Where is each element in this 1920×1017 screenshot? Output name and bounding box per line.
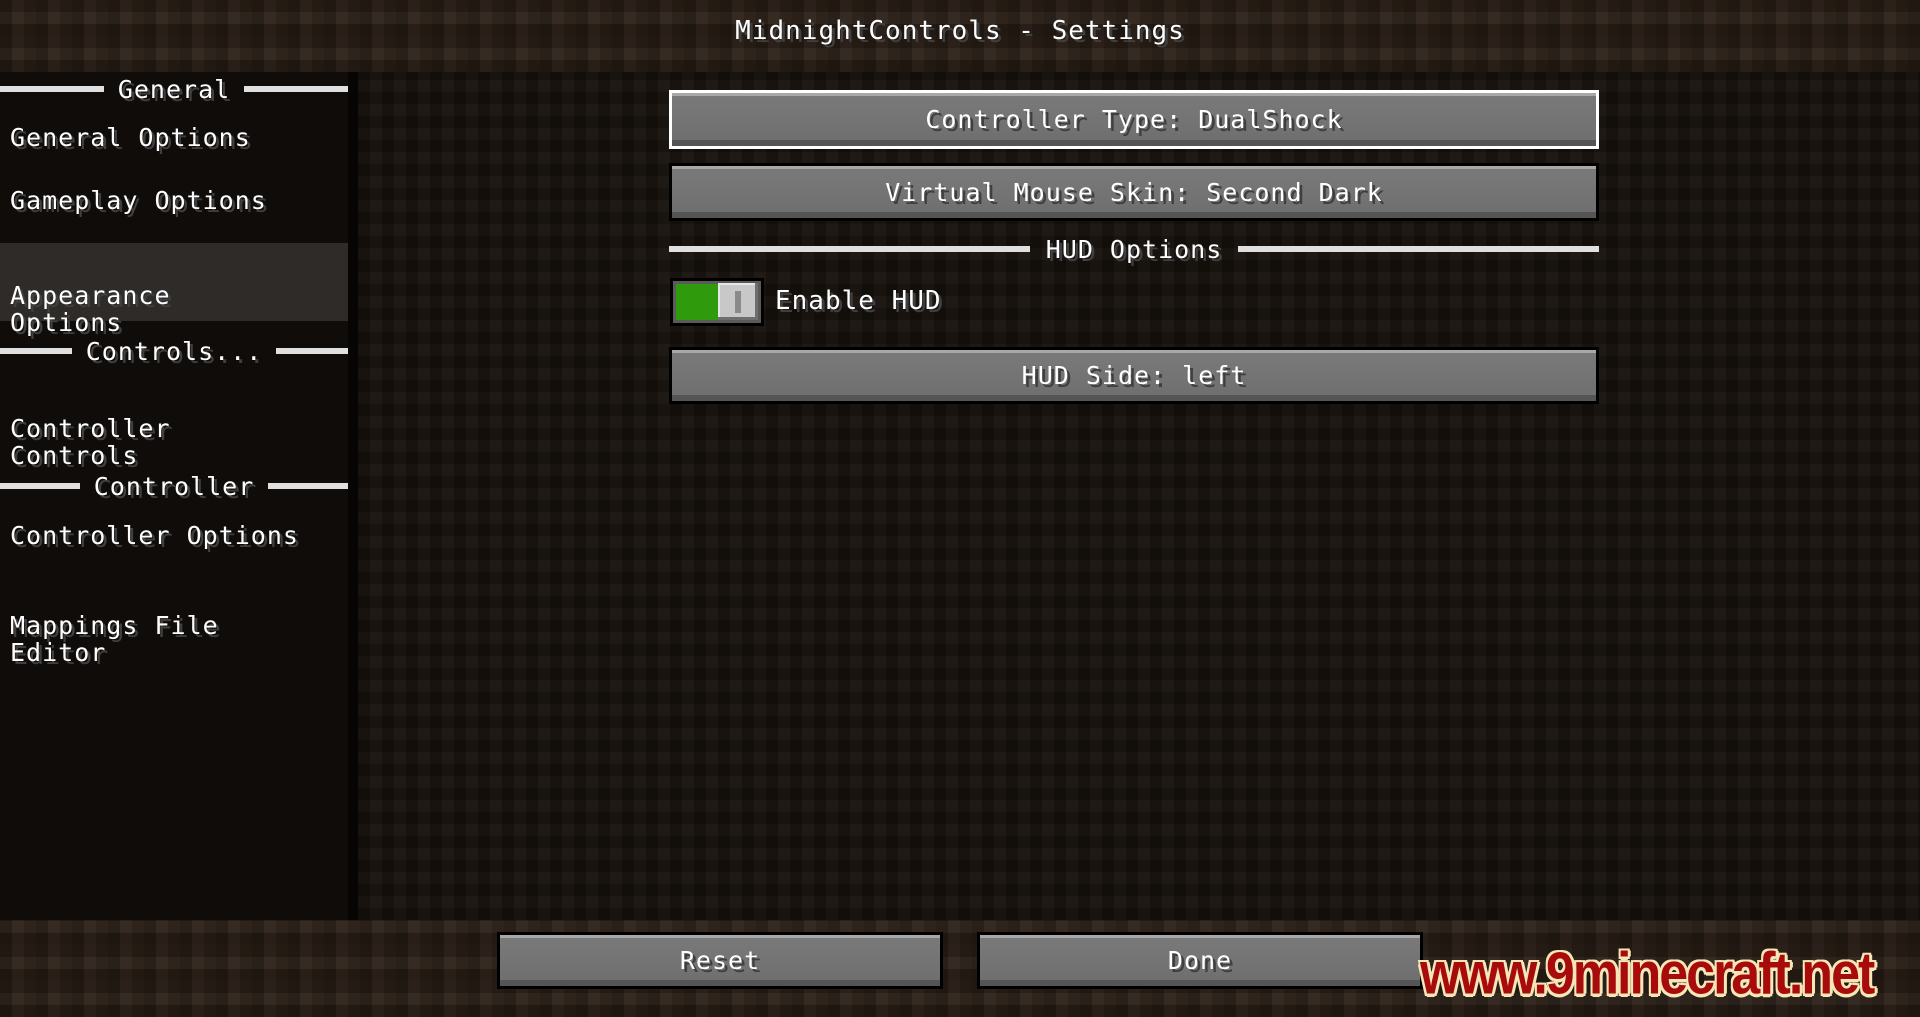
sidebar-section-general: General [0,74,349,104]
sidebar: General General Options Gameplay Options… [0,72,349,920]
watermark-logo: www.9minecraft.net [1420,940,1875,1008]
screen-title: MidnightControls - Settings [735,16,1185,46]
toggle-on-fill [676,284,718,320]
divider-line [669,246,1030,252]
virtual-mouse-skin-button[interactable]: Virtual Mouse Skin: Second Dark [669,163,1599,221]
sidebar-item-controller-controls[interactable]: Controller Controls [0,388,348,469]
section-label: Controls... [85,336,263,366]
sidebar-item-label: Gameplay Options [10,186,267,215]
sidebar-item-mappings-file-editor[interactable]: Mappings File Editor [0,585,348,666]
enable-hud-label: Enable HUD [775,286,942,316]
button-label: Reset [679,946,761,975]
section-label: HUD Options [1045,234,1223,264]
enable-hud-toggle[interactable] [670,278,764,326]
button-label: HUD Side: left [1021,361,1247,390]
button-label: Virtual Mouse Skin: Second Dark [885,177,1383,207]
title-bar: MidnightControls - Settings [0,0,1920,72]
button-label: Controller Type: DualShock [925,105,1343,134]
sidebar-item-label: Controller Controls [10,414,171,470]
sidebar-item-controller-options[interactable]: Controller Options [0,522,348,549]
divider-line [1238,246,1600,252]
sidebar-divider[interactable] [348,72,358,920]
knob-grip-icon [735,291,741,313]
divider-line [276,348,349,354]
sidebar-section-controls: Controls... [0,336,349,366]
sidebar-item-appearance-options[interactable]: Appearance Options [0,243,348,336]
done-button[interactable]: Done [977,932,1423,989]
reset-button[interactable]: Reset [497,932,943,989]
sidebar-section-controller: Controller [0,471,349,501]
sidebar-item-label: Mappings File Editor [10,611,219,667]
toggle-knob [718,283,758,320]
sidebar-item-general-options[interactable]: General Options [0,124,348,151]
controller-type-button[interactable]: Controller Type: DualShock [669,90,1599,149]
divider-line [0,483,80,489]
hud-side-button[interactable]: HUD Side: left [669,347,1599,404]
button-label: Done [1167,946,1233,975]
section-label: Controller [93,471,255,501]
sidebar-item-gameplay-options[interactable]: Gameplay Options [0,187,348,214]
sidebar-item-label: Controller Options [10,521,299,550]
hud-options-header: HUD Options [669,234,1600,264]
sidebar-item-label: General Options [10,123,251,152]
section-label: General [117,74,231,104]
divider-line [268,483,349,489]
divider-line [0,348,72,354]
divider-line [244,86,349,92]
divider-line [0,86,104,92]
sidebar-item-label: Appearance Options [10,281,171,337]
